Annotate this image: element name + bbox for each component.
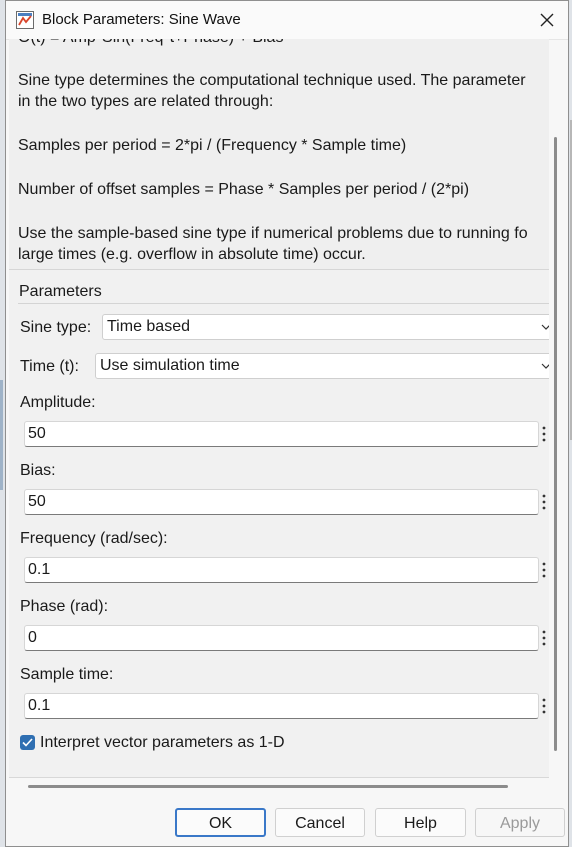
parameters-group-label: Parameters [19,283,102,300]
interpret-vector-checkbox[interactable] [20,735,35,750]
vertical-scrollbar[interactable] [554,137,557,751]
sample-time-label: Sample time: [20,666,114,683]
title-bar[interactable]: Block Parameters: Sine Wave [6,1,568,40]
dialog-content: O(t) = Amp*Sin(Freq*t+Phase) + Bias Sine… [9,39,549,778]
frequency-options-button[interactable] [541,558,549,582]
simulink-app-icon [16,11,34,29]
checkmark-icon [22,738,33,747]
chevron-down-icon [541,324,549,330]
apply-button[interactable]: Apply [475,808,565,837]
time-value: Use simulation time [100,357,240,374]
vertical-dots-icon [542,426,546,442]
description-line: Sine type determines the computational t… [18,72,526,89]
description-line: in the two types are related through: [18,93,274,110]
amplitude-label: Amplitude: [20,394,96,411]
description-line: Use the sample-based sine type if numeri… [18,225,528,242]
sample-time-options-button[interactable] [541,694,549,718]
sample-time-field[interactable]: 0.1 [24,693,539,719]
time-select[interactable]: Use simulation time [95,353,549,379]
bias-field[interactable]: 50 [24,489,539,515]
description-line: Number of offset samples = Phase * Sampl… [18,181,470,198]
amplitude-value: 50 [28,425,46,442]
phase-value: 0 [28,629,37,646]
block-parameters-dialog: Block Parameters: Sine Wave O(t) = Amp*S… [5,0,569,847]
description-line: Samples per period = 2*pi / (Frequency *… [18,137,407,154]
cancel-button[interactable]: Cancel [275,808,365,837]
frequency-value: 0.1 [28,561,51,578]
amplitude-field[interactable]: 50 [24,421,539,447]
sine-type-label: Sine type: [20,319,92,336]
bias-options-button[interactable] [541,490,549,514]
phase-field[interactable]: 0 [24,625,539,651]
vertical-dots-icon [542,562,546,578]
vertical-dots-icon [542,698,546,714]
sine-type-value: Time based [107,318,190,335]
frequency-label: Frequency (rad/sec): [20,530,168,547]
vertical-dots-icon [542,630,546,646]
vertical-dots-icon [542,494,546,510]
amplitude-options-button[interactable] [541,422,549,446]
chevron-down-icon [541,363,549,369]
bias-label: Bias: [20,462,56,479]
description-line: large times (e.g. overflow in absolute t… [18,246,366,263]
interpret-vector-label: Interpret vector parameters as 1-D [40,734,285,751]
sample-time-value: 0.1 [28,697,51,714]
close-button[interactable] [532,5,562,35]
phase-label: Phase (rad): [20,598,109,615]
close-icon [540,13,554,27]
help-button[interactable]: Help [375,808,466,837]
background-edge-left [0,380,3,490]
ok-button[interactable]: OK [175,808,266,837]
bias-value: 50 [28,493,46,510]
horizontal-scrollbar[interactable] [28,785,508,788]
description-formula: O(t) = Amp*Sin(Freq*t+Phase) + Bias [18,39,283,49]
frequency-field[interactable]: 0.1 [24,557,539,583]
time-label: Time (t): [20,358,79,375]
parameters-divider [18,303,549,304]
sine-type-select[interactable]: Time based [102,314,549,340]
phase-options-button[interactable] [541,626,549,650]
window-title: Block Parameters: Sine Wave [42,11,241,28]
block-description[interactable]: O(t) = Amp*Sin(Freq*t+Phase) + Bias Sine… [9,39,549,270]
